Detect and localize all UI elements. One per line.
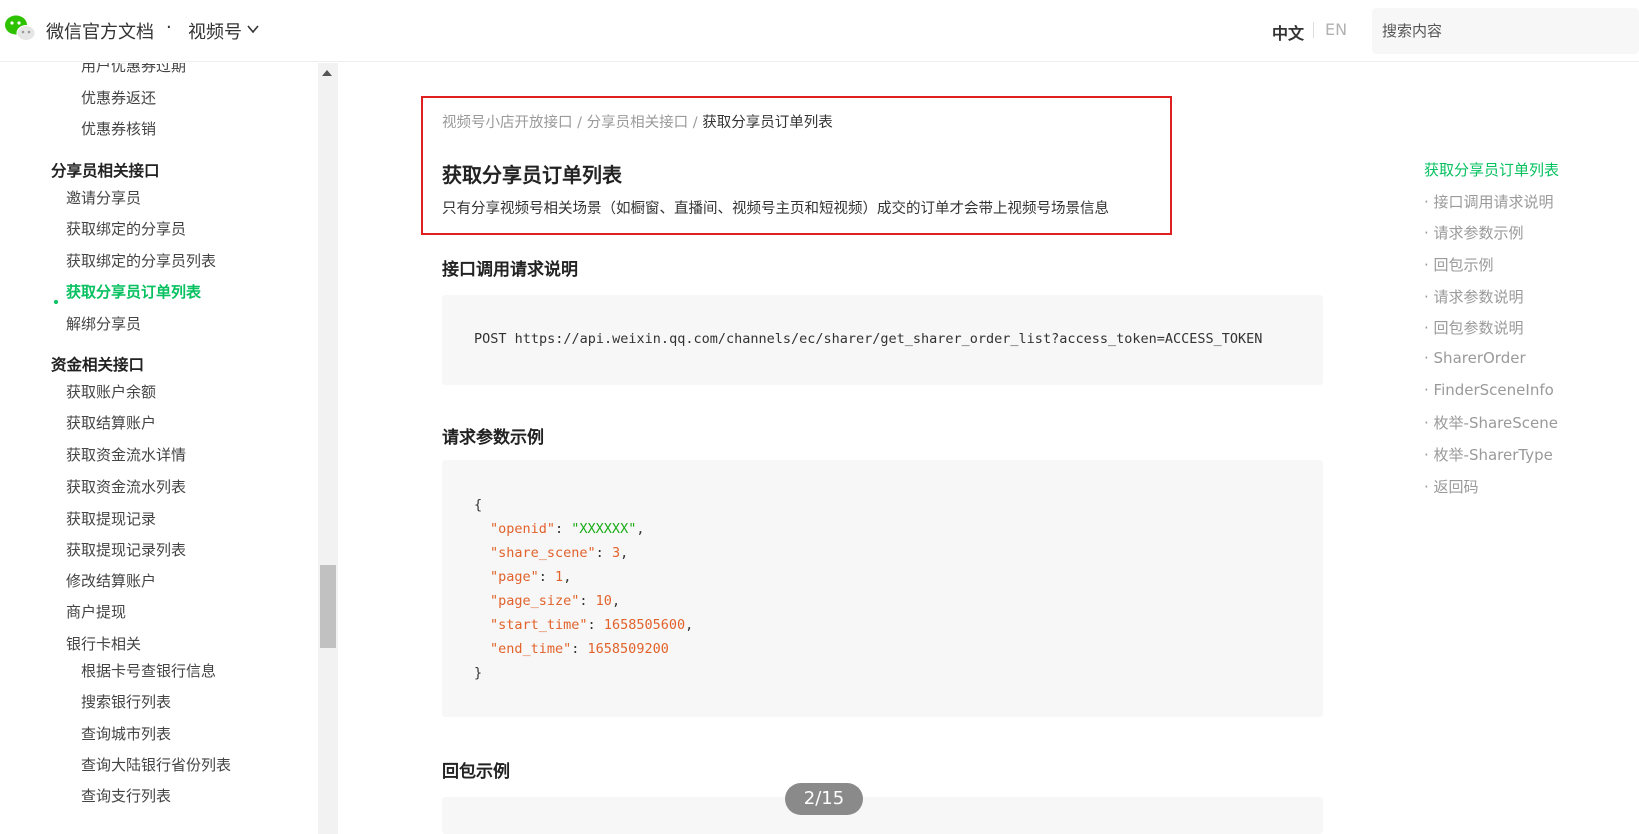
wechat-logo-icon[interactable]	[4, 14, 36, 42]
toc-item[interactable]: · FinderSceneInfo	[1424, 381, 1554, 399]
sidebar-item[interactable]: 获取绑定的分享员列表	[66, 250, 216, 271]
section-heading: 请求参数示例	[442, 428, 544, 448]
sidebar-item[interactable]: 根据卡号查银行信息	[81, 660, 216, 681]
json-line: "page_size": 10,	[490, 593, 621, 609]
sidebar-scrollbar[interactable]	[318, 63, 338, 834]
sidebar-item[interactable]: 解绑分享员	[66, 313, 141, 334]
json-brace: {	[474, 497, 483, 513]
page-indicator: 2/15	[785, 783, 863, 815]
json-key: "end_time"	[490, 641, 572, 657]
json-line: "end_time": 1658509200	[490, 641, 669, 657]
json-value: 1658505600	[603, 617, 686, 633]
lang-zh-link[interactable]: 中文	[1272, 20, 1304, 44]
toc-item[interactable]: · 请求参数说明	[1424, 286, 1524, 307]
breadcrumb-link[interactable]: 分享员相关接口	[587, 115, 689, 131]
breadcrumb-separator: /	[577, 115, 582, 131]
json-key: "openid"	[490, 521, 556, 537]
sidebar-item[interactable]: 优惠券核销	[81, 118, 156, 139]
active-indicator-dot	[54, 300, 58, 304]
json-brace: }	[474, 665, 483, 681]
breadcrumb: 视频号小店开放接口 / 分享员相关接口 / 获取分享员订单列表	[442, 111, 833, 132]
json-comma: ,	[620, 545, 629, 561]
toc-item[interactable]: · 接口调用请求说明	[1424, 191, 1554, 212]
json-comma: ,	[563, 569, 572, 585]
json-line: "openid": "XXXXXX",	[490, 521, 645, 537]
section-heading: 回包示例	[442, 762, 510, 782]
sidebar-nav: 用户优惠券过期 优惠券返还 优惠券核销 分享员相关接口 邀请分享员 获取绑定的分…	[0, 63, 338, 834]
toc-item[interactable]: · 枚举-SharerType	[1424, 444, 1553, 465]
lang-divider	[1313, 22, 1314, 38]
sidebar-item[interactable]: 商户提现	[66, 601, 126, 622]
scrollbar-thumb[interactable]	[320, 565, 336, 648]
sidebar-item[interactable]: 获取提现记录	[66, 508, 156, 529]
toc-item[interactable]: · 请求参数示例	[1424, 222, 1524, 243]
json-value: 10	[595, 593, 612, 609]
section-heading: 接口调用请求说明	[442, 260, 578, 280]
search-input[interactable]	[1372, 8, 1639, 54]
site-title[interactable]: 微信官方文档	[46, 18, 154, 44]
sidebar-item[interactable]: 用户优惠券过期	[81, 63, 186, 76]
sidebar-item[interactable]: 优惠券返还	[81, 87, 156, 108]
sidebar-item[interactable]: 获取资金流水列表	[66, 476, 186, 497]
scroll-up-arrow-icon[interactable]	[322, 70, 332, 76]
request-url: POST https://api.weixin.qq.com/channels/…	[474, 331, 1263, 347]
search-box[interactable]	[1372, 8, 1639, 54]
breadcrumb-separator: /	[692, 115, 698, 131]
sidebar-item[interactable]: 搜索银行列表	[81, 691, 171, 712]
json-line: "share_scene": 3,	[490, 545, 629, 561]
json-comma: ,	[611, 593, 621, 609]
sidebar-item[interactable]: 查询城市列表	[81, 723, 171, 744]
sidebar-item[interactable]: 获取绑定的分享员	[66, 218, 186, 239]
code-block-json: { "openid": "XXXXXX", "share_scene": 3, …	[442, 460, 1323, 717]
toc-item-active[interactable]: 获取分享员订单列表	[1424, 159, 1559, 180]
page-title: 获取分享员订单列表	[442, 163, 622, 187]
json-value: 1658509200	[587, 641, 669, 657]
toc-item[interactable]: · SharerOrder	[1424, 349, 1526, 367]
section-selector[interactable]: 视频号	[188, 18, 242, 44]
json-key: "page_size"	[490, 593, 580, 609]
json-value: "XXXXXX"	[571, 521, 637, 537]
sidebar-item[interactable]: 查询大陆银行省份列表	[81, 754, 231, 775]
breadcrumb-link[interactable]: 视频号小店开放接口	[442, 115, 573, 131]
sidebar-group-sharer[interactable]: 分享员相关接口	[51, 159, 160, 181]
top-header: 微信官方文档 · 视频号 中文 EN	[0, 0, 1639, 62]
sidebar-item[interactable]: 邀请分享员	[66, 187, 141, 208]
title-separator: ·	[166, 17, 172, 38]
json-comma: ,	[636, 521, 645, 537]
sidebar-item-active[interactable]: 获取分享员订单列表	[66, 281, 201, 302]
sidebar-item[interactable]: 修改结算账户	[66, 570, 156, 591]
sidebar-item[interactable]: 获取提现记录列表	[66, 539, 186, 560]
sidebar-item[interactable]: 获取结算账户	[66, 412, 156, 433]
sidebar-item[interactable]: 获取资金流水详情	[66, 444, 186, 465]
toc-item[interactable]: · 返回码	[1424, 476, 1479, 497]
json-value: 1	[555, 569, 564, 585]
toc-item[interactable]: · 枚举-ShareScene	[1424, 412, 1558, 433]
json-key: "share_scene"	[490, 545, 596, 561]
json-key: "page"	[490, 569, 539, 585]
sidebar-item[interactable]: 查询支行列表	[81, 785, 171, 806]
sidebar-item[interactable]: 获取账户余额	[66, 381, 156, 402]
json-key: "start_time"	[490, 617, 588, 633]
chevron-down-icon[interactable]	[246, 22, 260, 36]
code-block-response	[442, 797, 1323, 834]
page-description: 只有分享视频号相关场景（如橱窗、直播间、视频号主页和短视频）成交的订单才会带上视…	[442, 201, 1109, 217]
toc-item[interactable]: · 回包参数说明	[1424, 317, 1524, 338]
breadcrumb-current: 获取分享员订单列表	[702, 115, 833, 131]
code-block-request: POST https://api.weixin.qq.com/channels/…	[442, 295, 1323, 385]
json-line: "page": 1,	[490, 569, 572, 585]
json-value: 3	[611, 545, 621, 561]
toc-item[interactable]: · 回包示例	[1424, 254, 1494, 275]
sidebar-item[interactable]: 银行卡相关	[66, 633, 141, 654]
sidebar-group-funds[interactable]: 资金相关接口	[51, 353, 144, 375]
lang-en-link[interactable]: EN	[1325, 20, 1347, 39]
json-line: "start_time": 1658505600,	[490, 617, 694, 633]
json-comma: ,	[685, 617, 694, 633]
